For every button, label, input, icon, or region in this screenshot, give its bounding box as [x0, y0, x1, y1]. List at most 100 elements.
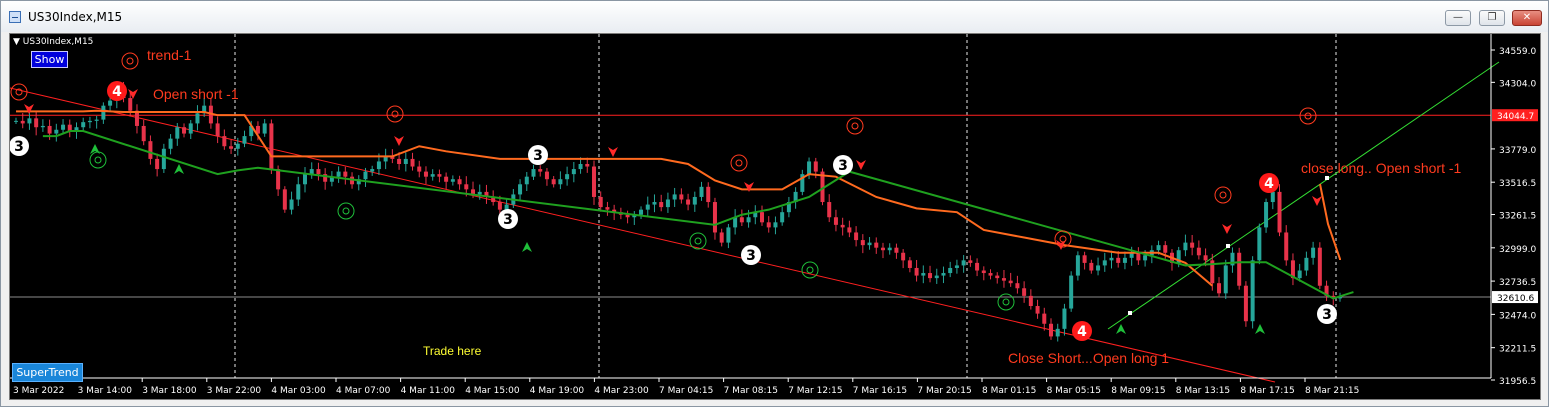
candle-body	[188, 123, 193, 134]
minimize-button[interactable]: —	[1445, 10, 1471, 26]
candle-body	[316, 169, 321, 175]
candles	[14, 81, 1342, 342]
candle-body	[242, 136, 247, 144]
candle-body	[1203, 255, 1208, 261]
restore-icon: ❐	[1487, 12, 1497, 23]
candle-body	[571, 169, 576, 175]
candle-body	[833, 217, 838, 225]
candle-body	[457, 179, 462, 185]
time-tick-label: 4 Mar 11:00	[401, 386, 456, 396]
candle-body	[968, 260, 973, 263]
ascending-trendline	[1107, 61, 1500, 330]
supertrend-down-line	[16, 109, 1213, 287]
candle-body	[1284, 232, 1289, 261]
candle-body	[840, 224, 845, 228]
flower-signal-icon	[386, 105, 404, 123]
candle-body	[20, 120, 25, 124]
price-tick-label: 33779.0	[1499, 146, 1536, 156]
candle-body	[497, 202, 502, 210]
candle-body	[565, 174, 570, 180]
candle-body	[1270, 191, 1275, 203]
restore-button[interactable]: ❐	[1479, 10, 1505, 26]
flower-signal-core	[94, 156, 102, 164]
candle-body	[477, 191, 482, 195]
count-marker-label: 3	[1322, 307, 1332, 323]
chart-symbol-label: ▼ US30Index,M15	[13, 37, 94, 47]
close-button[interactable]: ✕	[1512, 10, 1542, 26]
flower-signal-core	[1059, 235, 1067, 243]
flower-signal-icon	[730, 154, 748, 172]
candle-body	[343, 171, 348, 177]
chart-area[interactable]: 3 4 3 3 3 3 4 4 3 trend-1 Open short -1 close long…	[9, 33, 1541, 400]
candle-body	[410, 158, 415, 167]
candle-body	[148, 141, 153, 159]
candle-body	[175, 127, 180, 139]
candle-body	[887, 247, 892, 251]
price-lines	[10, 114, 1491, 298]
count-marker-label: 3	[503, 212, 513, 228]
candle-body	[222, 136, 227, 147]
time-tick-label: 3 Mar 18:00	[142, 386, 197, 396]
candle-body	[948, 267, 953, 274]
title-bar[interactable]: US30Index,M15 — ❐ ✕	[1, 1, 1548, 32]
candle-body	[854, 232, 859, 241]
candle-body	[1190, 242, 1195, 248]
buy-arrow-icon	[174, 164, 184, 174]
candle-body	[766, 222, 771, 228]
candle-body	[692, 196, 697, 205]
flower-signal-core	[735, 159, 743, 167]
candle-body	[1035, 306, 1040, 314]
flower-signal-core	[1002, 298, 1010, 306]
window-title: US30Index,M15	[28, 10, 123, 24]
candle-body	[652, 202, 657, 205]
candle-body	[87, 120, 92, 123]
candle-body	[780, 212, 785, 223]
candle-body	[847, 227, 852, 233]
price-tick-label: 32736.5	[1499, 278, 1536, 288]
candle-body	[921, 273, 926, 276]
candle-body	[1109, 257, 1114, 261]
candle-body	[645, 204, 650, 210]
sell-arrow-icon	[1222, 224, 1232, 234]
candle-body	[27, 118, 32, 124]
flower-signal-icon	[337, 202, 355, 220]
candle-body	[773, 222, 778, 228]
current-price-label: 32610.6	[1497, 294, 1534, 304]
time-tick-label: 7 Mar 08:15	[724, 386, 778, 396]
show-button[interactable]: Show	[31, 51, 68, 68]
candle-body	[665, 199, 670, 208]
terminal-window: US30Index,M15 — ❐ ✕ 3 4 3 3 3 3 4 4 3 trend-1 Ope…	[0, 0, 1549, 407]
flower-signal-core	[1219, 191, 1227, 199]
candle-body	[585, 163, 590, 167]
candle-body	[108, 100, 113, 106]
supertrend-up-line	[42, 130, 1354, 300]
candle-body	[591, 166, 596, 197]
candle-body	[141, 125, 146, 142]
candle-body	[981, 270, 986, 274]
candle-body	[706, 186, 711, 203]
time-tick-label: 8 Mar 13:15	[1176, 386, 1230, 396]
candle-body	[813, 161, 818, 172]
candle-body	[719, 232, 724, 243]
candle-body	[746, 217, 751, 223]
candle-body	[827, 202, 832, 218]
supertrend-button[interactable]: SuperTrend	[12, 363, 83, 382]
count-marker-label: 3	[746, 248, 756, 264]
candle-body	[1008, 280, 1013, 284]
candle-body	[1250, 260, 1255, 322]
candle-body	[1096, 265, 1101, 271]
flower-signal-icon	[89, 151, 107, 169]
trendline-anchor	[1128, 311, 1132, 315]
candle-body	[1042, 313, 1047, 324]
price-chart[interactable]: 3 4 3 3 3 3 4 4 3 trend-1 Open short -1 close long…	[10, 34, 1540, 399]
candle-body	[1156, 245, 1161, 251]
flower-signal-icon	[997, 293, 1015, 311]
candle-body	[551, 179, 556, 185]
candle-body	[444, 176, 449, 182]
time-tick-label: 8 Mar 01:15	[982, 386, 1036, 396]
candle-body	[289, 199, 294, 210]
annotation-text: Open short -1	[153, 86, 239, 102]
candle-body	[1116, 257, 1121, 263]
count-marker-label: 3	[533, 148, 543, 164]
supertrend-lines	[16, 109, 1354, 300]
